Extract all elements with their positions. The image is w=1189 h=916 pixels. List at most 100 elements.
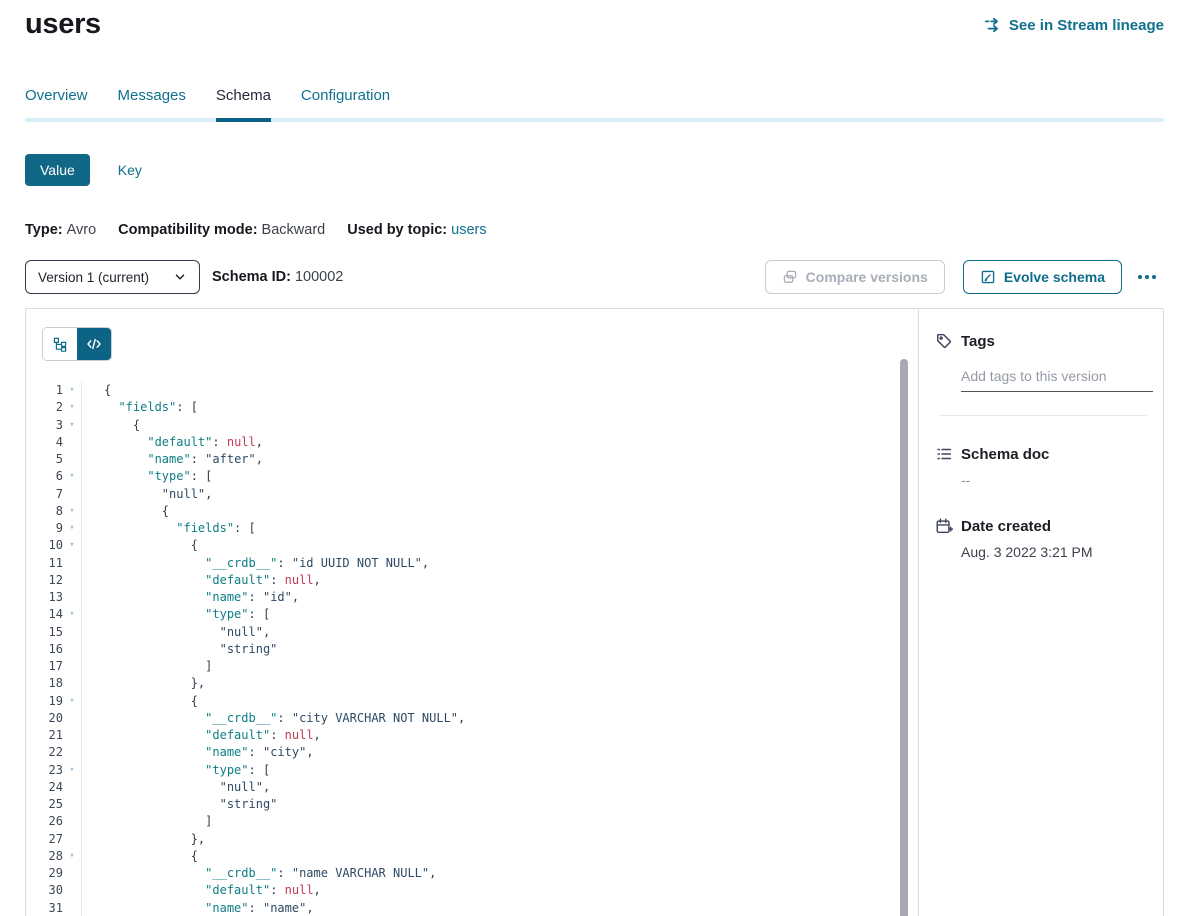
line-number: 3 <box>26 417 63 434</box>
fold-gutter <box>63 555 81 572</box>
fold-arrow-icon[interactable]: ▾ <box>63 606 81 623</box>
code-text: "__crdb__": "id UUID NOT NULL", <box>81 555 918 572</box>
line-number: 10 <box>26 537 63 554</box>
code-text: { <box>81 382 918 399</box>
code-line: 20 "__crdb__": "city VARCHAR NOT NULL", <box>26 710 918 727</box>
schema-id-field: Schema ID:100002 <box>212 269 343 285</box>
code-editor[interactable]: 1▾{2▾ "fields": [3▾ {4 "default": null,5… <box>26 382 918 916</box>
fold-arrow-icon[interactable]: ▾ <box>63 848 81 865</box>
fold-arrow-icon[interactable]: ▾ <box>63 537 81 554</box>
line-number: 18 <box>26 675 63 692</box>
tab-baseline <box>25 118 1164 122</box>
fold-arrow-icon[interactable]: ▾ <box>63 503 81 520</box>
line-number: 17 <box>26 658 63 675</box>
code-view-icon <box>86 336 102 352</box>
tree-view-icon <box>52 336 68 352</box>
line-number: 12 <box>26 572 63 589</box>
tab-bar: Overview Messages Schema Configuration <box>25 87 1164 122</box>
add-tags-input[interactable] <box>961 368 1153 392</box>
code-line: 10▾ { <box>26 537 918 554</box>
code-line: 6▾ "type": [ <box>26 468 918 485</box>
fold-gutter <box>63 572 81 589</box>
code-line: 23▾ "type": [ <box>26 762 918 779</box>
line-number: 8 <box>26 503 63 520</box>
editor-scrollbar[interactable] <box>900 359 908 916</box>
fold-arrow-icon[interactable]: ▾ <box>63 693 81 710</box>
more-dot-icon <box>1145 275 1149 279</box>
code-view-button[interactable] <box>77 328 111 360</box>
version-select[interactable]: Version 1 (current) <box>25 260 200 294</box>
line-number: 11 <box>26 555 63 572</box>
code-text: "string" <box>81 796 918 813</box>
code-line: 8▾ { <box>26 503 918 520</box>
code-line: 27 }, <box>26 831 918 848</box>
compare-versions-button[interactable]: Compare versions <box>765 260 945 294</box>
compatibility-label: Compatibility mode: <box>118 222 257 238</box>
code-line: 13 "name": "id", <box>26 589 918 606</box>
fold-arrow-icon[interactable]: ▾ <box>63 520 81 537</box>
code-text: "__crdb__": "name VARCHAR NULL", <box>81 865 918 882</box>
compare-versions-icon <box>782 269 798 285</box>
topic-link[interactable]: users <box>451 222 486 238</box>
code-text: "type": [ <box>81 468 918 485</box>
fold-gutter <box>63 434 81 451</box>
fold-arrow-icon[interactable]: ▾ <box>63 399 81 416</box>
schema-panel: 1▾{2▾ "fields": [3▾ {4 "default": null,5… <box>25 308 1164 916</box>
code-line: 14▾ "type": [ <box>26 606 918 623</box>
line-number: 1 <box>26 382 63 399</box>
line-number: 30 <box>26 882 63 899</box>
fold-arrow-icon[interactable]: ▾ <box>63 417 81 434</box>
fold-gutter <box>63 882 81 899</box>
tree-view-button[interactable] <box>43 328 77 360</box>
key-toggle-button[interactable]: Key <box>118 162 142 178</box>
line-number: 4 <box>26 434 63 451</box>
code-line: 11 "__crdb__": "id UUID NOT NULL", <box>26 555 918 572</box>
code-line: 16 "string" <box>26 641 918 658</box>
fold-arrow-icon[interactable]: ▾ <box>63 762 81 779</box>
line-number: 13 <box>26 589 63 606</box>
fold-gutter <box>63 624 81 641</box>
evolve-schema-button[interactable]: Evolve schema <box>963 260 1122 294</box>
more-options-button[interactable] <box>1130 265 1164 289</box>
schema-id-value: 100002 <box>295 269 343 285</box>
schema-meta: Type:Avro Compatibility mode:Backward Us… <box>25 222 1164 238</box>
code-text: "name": "city", <box>81 744 918 761</box>
fold-gutter <box>63 779 81 796</box>
schema-doc-title: Schema doc <box>961 446 1049 463</box>
schema-sidebar: Tags Schema doc -- Date created Aug. 3 2… <box>918 309 1163 916</box>
code-text: "string" <box>81 641 918 658</box>
stream-lineage-link[interactable]: See in Stream lineage <box>984 16 1164 34</box>
tab-schema[interactable]: Schema <box>216 87 271 122</box>
fold-arrow-icon[interactable]: ▾ <box>63 382 81 399</box>
line-number: 28 <box>26 848 63 865</box>
compare-versions-label: Compare versions <box>806 269 928 285</box>
code-text: ] <box>81 658 918 675</box>
line-number: 27 <box>26 831 63 848</box>
stream-lineage-label: See in Stream lineage <box>1009 17 1164 34</box>
code-line: 26 ] <box>26 813 918 830</box>
line-number: 25 <box>26 796 63 813</box>
fold-arrow-icon[interactable]: ▾ <box>63 468 81 485</box>
used-by-topic-label: Used by topic: <box>347 222 447 238</box>
code-text: { <box>81 537 918 554</box>
code-text: }, <box>81 675 918 692</box>
code-text: "fields": [ <box>81 399 918 416</box>
tab-overview[interactable]: Overview <box>25 87 88 122</box>
code-column: 1▾{2▾ "fields": [3▾ {4 "default": null,5… <box>26 309 918 916</box>
schema-doc-section: Schema doc -- <box>935 445 1149 488</box>
tab-configuration[interactable]: Configuration <box>301 87 390 122</box>
fold-gutter <box>63 831 81 848</box>
line-number: 2 <box>26 399 63 416</box>
code-line: 1▾{ <box>26 382 918 399</box>
edit-icon <box>980 269 996 285</box>
tab-messages[interactable]: Messages <box>118 87 186 122</box>
type-field: Type:Avro <box>25 222 96 238</box>
value-toggle-button[interactable]: Value <box>25 154 90 186</box>
line-number: 9 <box>26 520 63 537</box>
more-dot-icon <box>1138 275 1142 279</box>
fold-gutter <box>63 675 81 692</box>
compatibility-field: Compatibility mode:Backward <box>118 222 325 238</box>
code-text: { <box>81 848 918 865</box>
tags-title: Tags <box>961 333 995 350</box>
code-text: "null", <box>81 486 918 503</box>
